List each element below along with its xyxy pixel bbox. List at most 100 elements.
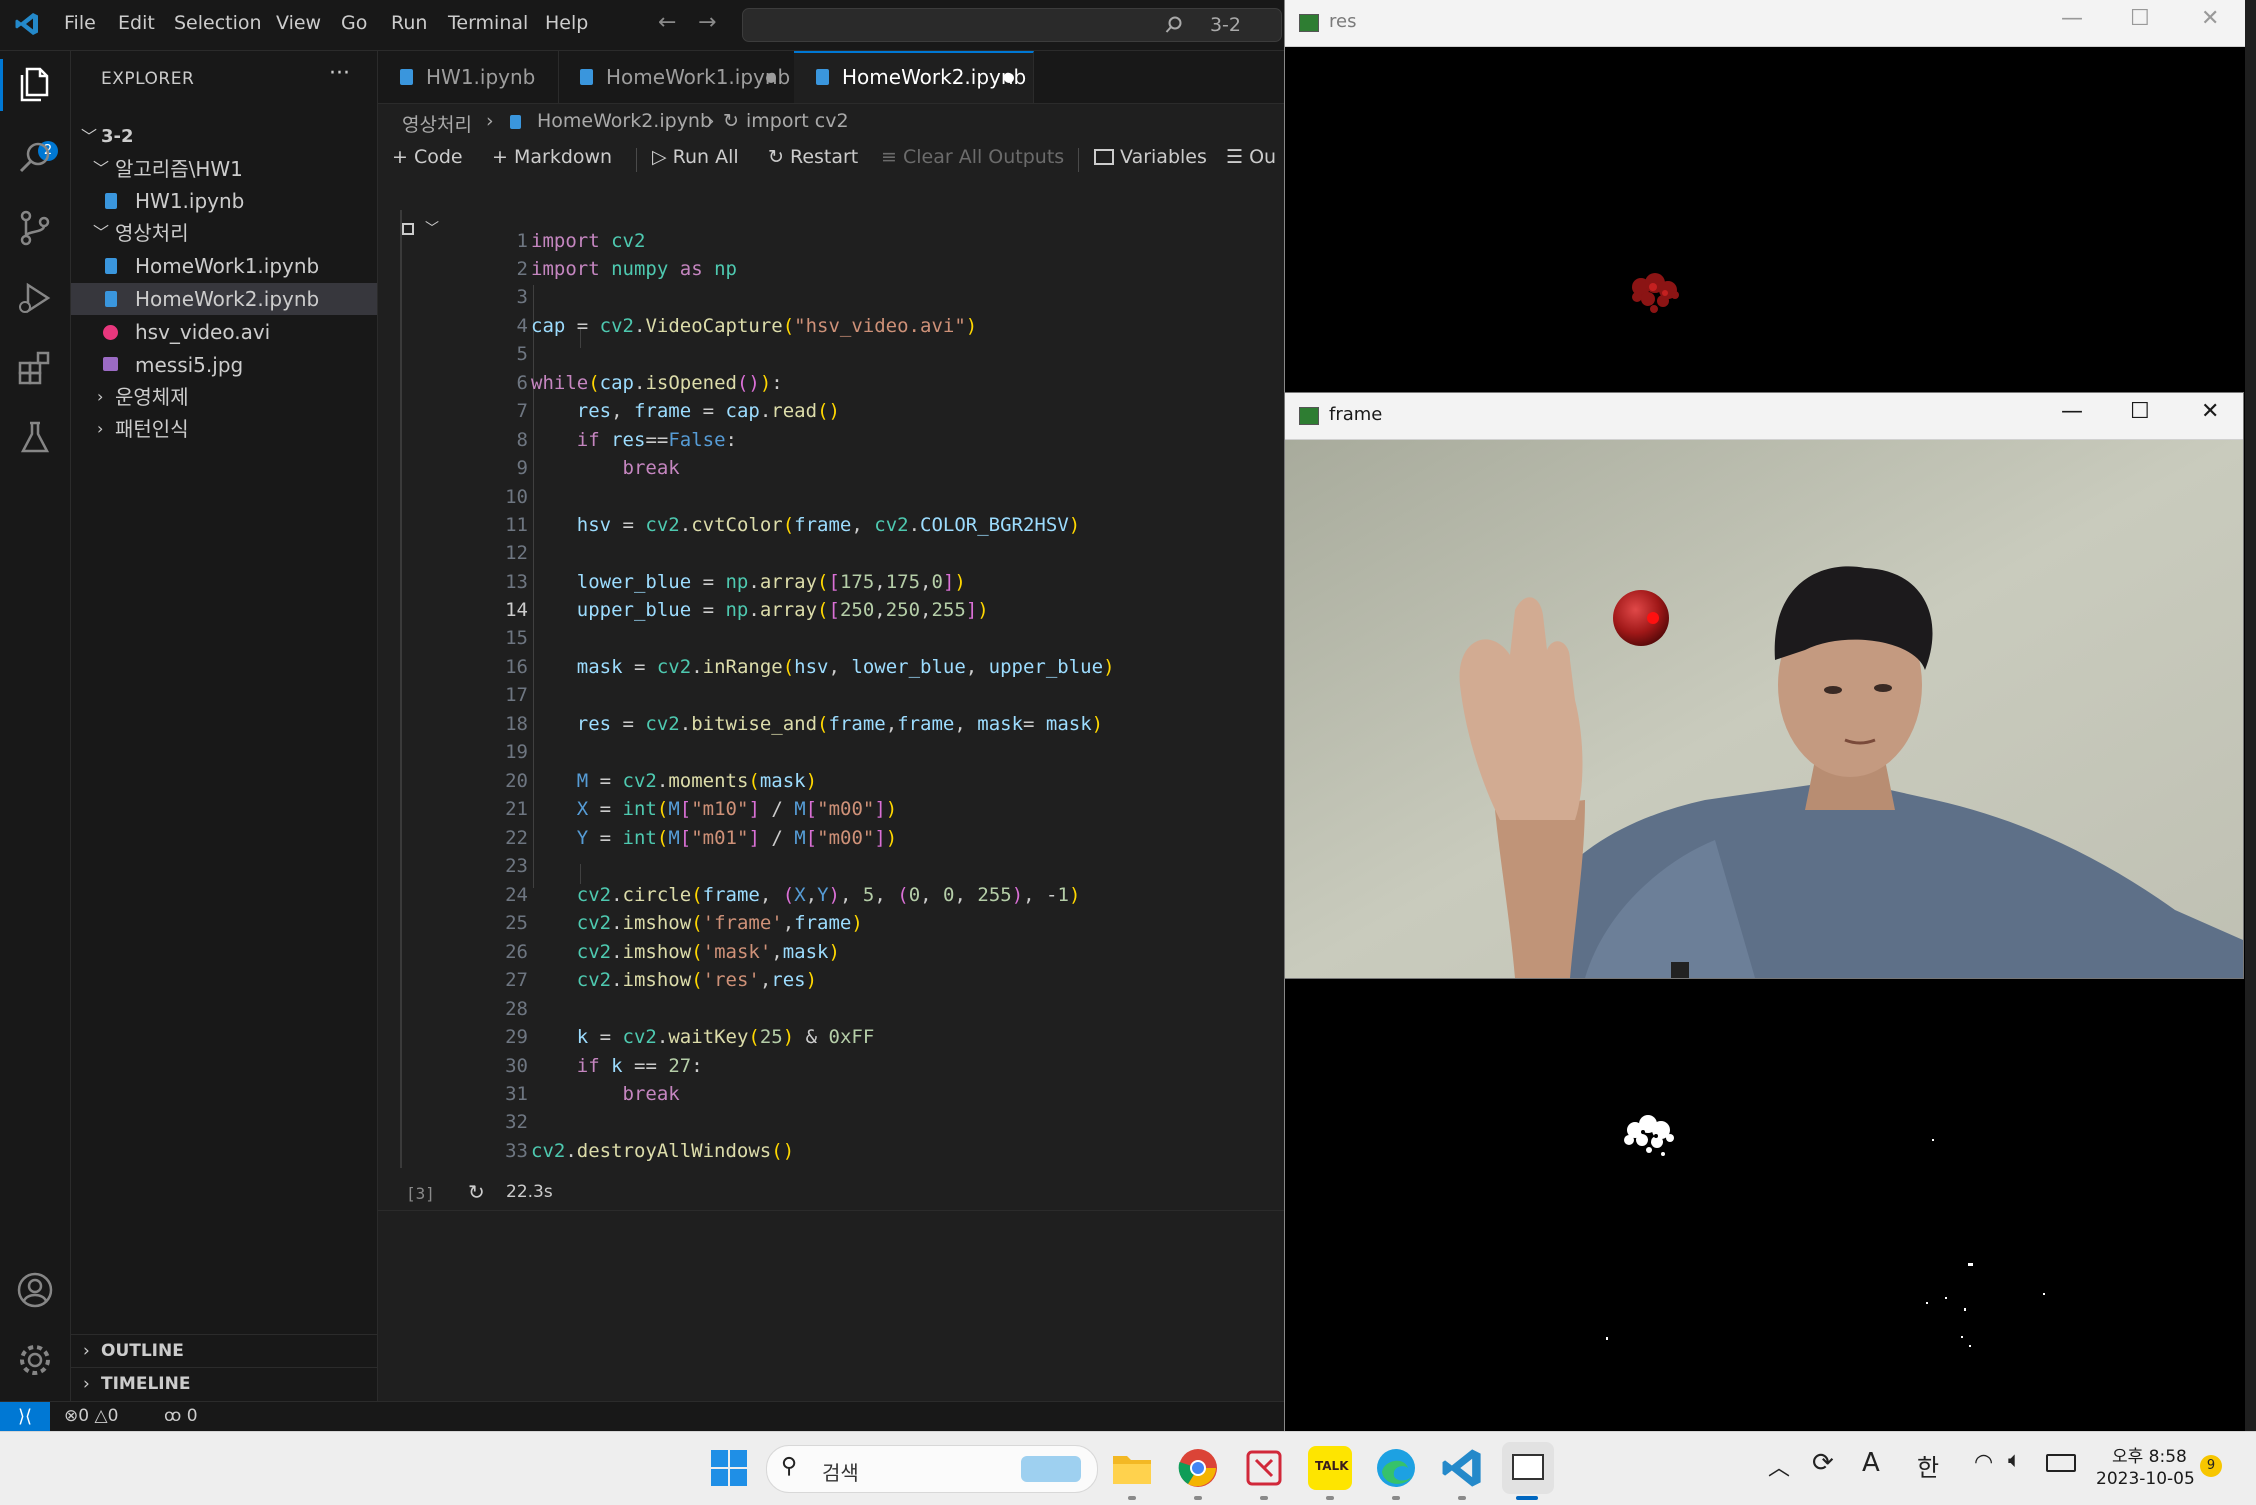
code-line[interactable]: X = int(M["m10"] / M["m00"]) <box>531 798 897 820</box>
menu-view[interactable]: View <box>276 12 321 34</box>
vscode-logo-icon[interactable] <box>14 11 40 37</box>
search-icon[interactable] <box>14 137 56 179</box>
code-line[interactable]: cap = cv2.VideoCapture("hsv_video.avi") <box>531 315 977 337</box>
cell-select-checkbox[interactable] <box>402 223 414 235</box>
code-line[interactable]: upper_blue = np.array([250,250,255]) <box>531 599 989 621</box>
sync-icon[interactable]: ⟳ <box>1812 1448 1834 1478</box>
windows-start-icon[interactable] <box>711 1450 747 1486</box>
frame-window-titlebar[interactable]: frame — ☐ ✕ <box>1285 393 2243 440</box>
maximize-icon[interactable]: ☐ <box>2130 6 2150 31</box>
res-window-titlebar[interactable]: res — ☐ ✕ <box>1285 0 2245 47</box>
clear-all-outputs-button[interactable]: ≡ Clear All Outputs <box>881 146 1064 168</box>
code-line[interactable]: mask = cv2.inRange(hsv, lower_blue, uppe… <box>531 656 1115 678</box>
minimize-icon[interactable]: — <box>2061 399 2083 424</box>
settings-gear-icon[interactable] <box>14 1339 56 1381</box>
res-window[interactable]: res — ☐ ✕ <box>1284 0 2245 392</box>
menu-terminal[interactable]: Terminal <box>448 12 528 34</box>
back-arrow-icon[interactable]: ← <box>658 10 676 35</box>
code-line[interactable]: if k == 27: <box>531 1055 703 1077</box>
maximize-icon[interactable]: ☐ <box>2130 399 2150 424</box>
explorer-icon[interactable] <box>14 63 56 105</box>
chevron-up-icon[interactable]: ︿ <box>1768 1450 1790 1482</box>
code-line[interactable]: cv2.imshow('mask',mask) <box>531 941 840 963</box>
tree-file-image[interactable]: messi5.jpg <box>71 349 377 381</box>
variables-button[interactable]: Variables <box>1094 146 1207 168</box>
python-window-icon[interactable] <box>1502 1442 1554 1494</box>
file-explorer-icon[interactable] <box>1110 1446 1154 1490</box>
tree-folder-os[interactable]: › 운영체제 <box>71 381 377 413</box>
minimize-icon[interactable]: — <box>2061 6 2083 31</box>
close-icon[interactable]: ✕ <box>2201 399 2219 424</box>
taskbar-search-box[interactable]: ⚲ 검색 <box>766 1445 1098 1493</box>
code-cell[interactable] <box>458 208 1284 1158</box>
accounts-icon[interactable] <box>14 1269 56 1311</box>
ports-button[interactable]: ꝏ 0 <box>164 1406 198 1426</box>
ime-mode-a[interactable]: A <box>1862 1448 1880 1478</box>
unsaved-dot-icon[interactable] <box>1004 73 1014 83</box>
menu-file[interactable]: File <box>64 12 96 34</box>
code-line[interactable]: break <box>531 1083 680 1105</box>
tab-homework1[interactable]: HomeWork1.ipynb <box>558 51 795 103</box>
menu-go[interactable]: Go <box>341 12 367 34</box>
code-line[interactable]: import cv2 <box>531 230 645 252</box>
timeline-section-header[interactable]: › TIMELINE <box>71 1367 377 1401</box>
menu-help[interactable]: Help <box>545 12 588 34</box>
code-line[interactable]: cv2.imshow('frame',frame) <box>531 912 863 934</box>
ime-mode-han[interactable]: 한 <box>1917 1448 1939 1483</box>
kakaotalk-icon[interactable]: TALK <box>1308 1446 1352 1490</box>
outline-section-header[interactable]: › OUTLINE <box>71 1334 377 1368</box>
code-line[interactable]: res = cv2.bitwise_and(frame,frame, mask=… <box>531 713 1103 735</box>
code-line[interactable]: cv2.imshow('res',res) <box>531 969 817 991</box>
breadcrumb-file[interactable]: HomeWork2.ipynb <box>537 110 712 132</box>
edge-icon[interactable] <box>1374 1446 1418 1490</box>
tree-folder-image-processing[interactable]: ﹀ 영상처리 <box>71 217 377 249</box>
tab-homework2[interactable]: HomeWork2.ipynb <box>794 51 1034 103</box>
code-line[interactable]: import numpy as np <box>531 258 737 280</box>
add-code-button[interactable]: + Code <box>392 146 463 168</box>
breadcrumb-cell[interactable]: import cv2 <box>746 110 849 132</box>
code-line[interactable]: while(cap.isOpened()): <box>531 372 783 394</box>
tree-folder-pattern[interactable]: › 패턴인식 <box>71 413 377 445</box>
run-debug-icon[interactable] <box>14 277 56 319</box>
menu-edit[interactable]: Edit <box>118 12 155 34</box>
menu-run[interactable]: Run <box>391 12 427 34</box>
tree-file-video[interactable]: hsv_video.avi <box>71 316 377 348</box>
battery-icon[interactable] <box>2046 1454 2076 1472</box>
tree-folder-root[interactable]: ﹀ 3-2 <box>71 121 377 153</box>
errors-warnings-button[interactable]: ⊗0 △0 <box>64 1406 118 1426</box>
code-line[interactable]: if res==False: <box>531 429 737 451</box>
code-line[interactable]: hsv = cv2.cvtColor(frame, cv2.COLOR_BGR2… <box>531 514 1080 536</box>
code-line[interactable]: res, frame = cap.read() <box>531 400 840 422</box>
red-app-icon[interactable] <box>1242 1446 1286 1490</box>
close-icon[interactable]: ✕ <box>2201 6 2219 31</box>
frame-window[interactable]: frame — ☐ ✕ <box>1284 392 2244 979</box>
tree-file-homework2[interactable]: HomeWork2.ipynb <box>71 283 377 315</box>
tab-hw1[interactable]: HW1.ipynb <box>378 51 559 103</box>
testing-flask-icon[interactable] <box>14 417 56 459</box>
chevron-down-icon[interactable]: ﹀ <box>425 218 439 238</box>
extensions-icon[interactable] <box>14 347 56 389</box>
breadcrumb-folder[interactable]: 영상처리 <box>402 110 472 137</box>
clock-time[interactable]: 오후 8:58 <box>2112 1442 2187 1467</box>
outline-button[interactable]: ☰ Ou <box>1226 146 1276 168</box>
code-line[interactable]: M = cv2.moments(mask) <box>531 770 817 792</box>
tree-folder-algorithm[interactable]: ﹀ 알고리즘\HW1 <box>71 153 377 185</box>
command-center-search[interactable]: 3-2 <box>742 8 1282 42</box>
code-line[interactable]: break <box>531 457 680 479</box>
code-line[interactable]: cv2.circle(frame, (X,Y), 5, (0, 0, 255),… <box>531 884 1081 906</box>
source-control-icon[interactable] <box>14 207 56 249</box>
tree-file-homework1[interactable]: HomeWork1.ipynb <box>71 250 377 282</box>
unsaved-dot-icon[interactable] <box>766 73 776 83</box>
notification-badge[interactable]: 9 <box>2200 1455 2222 1477</box>
menu-selection[interactable]: Selection <box>174 12 262 34</box>
code-line[interactable]: lower_blue = np.array([175,175,0]) <box>531 571 966 593</box>
remote-indicator-icon[interactable]: ⟩⟨ <box>0 1402 50 1432</box>
wifi-icon[interactable]: ◠ <box>1974 1450 1993 1475</box>
forward-arrow-icon[interactable]: → <box>698 10 716 35</box>
code-line[interactable]: k = cv2.waitKey(25) & 0xFF <box>531 1026 875 1048</box>
volume-icon[interactable]: 🔈︎ <box>2008 1448 2021 1473</box>
chrome-icon[interactable] <box>1176 1446 1220 1490</box>
tree-file-hw1[interactable]: HW1.ipynb <box>71 185 377 217</box>
add-markdown-button[interactable]: + Markdown <box>492 146 612 168</box>
more-actions-icon[interactable]: ··· <box>329 61 350 86</box>
